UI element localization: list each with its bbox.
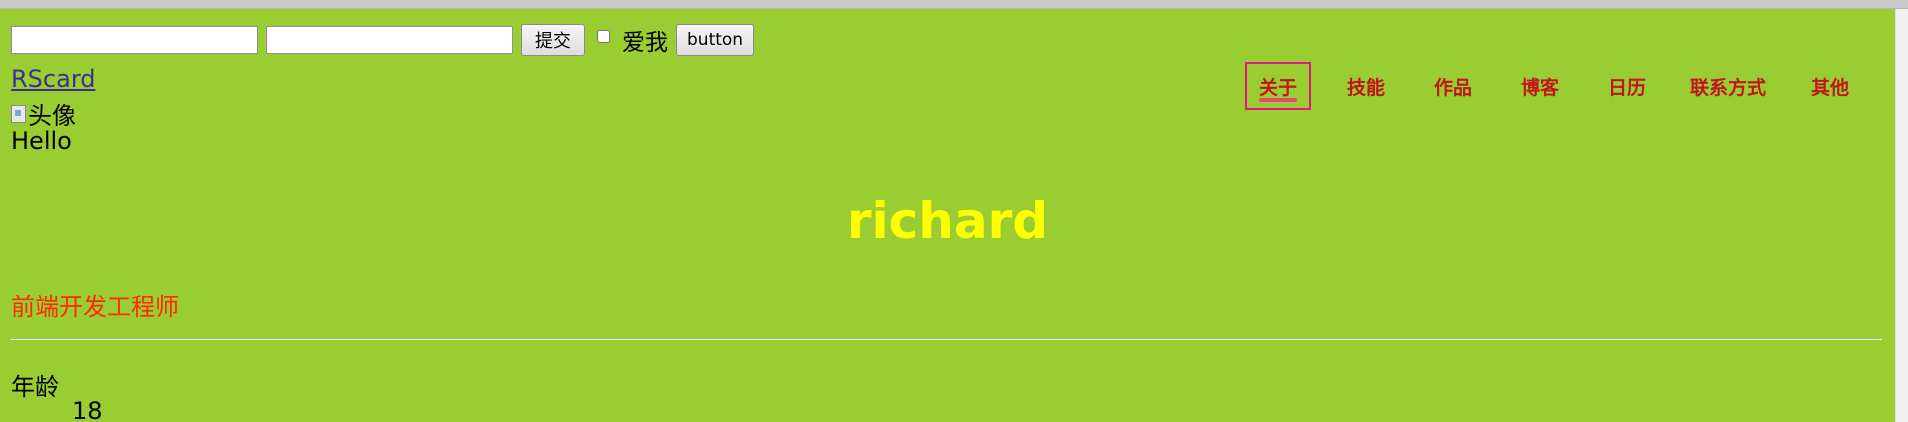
nav-item-label: 博客 xyxy=(1520,76,1559,99)
brand-link[interactable]: RScard xyxy=(11,65,96,93)
nav-item-about[interactable]: 关于 xyxy=(1245,62,1311,110)
browser-top-bar xyxy=(0,0,1908,9)
love-me-checkbox[interactable] xyxy=(597,29,610,43)
nav-item-label: 作品 xyxy=(1433,76,1472,99)
nav-item-skills[interactable]: 技能 xyxy=(1333,62,1399,110)
nav-item-label: 关于 xyxy=(1258,76,1297,99)
nav-item-other[interactable]: 其他 xyxy=(1797,62,1863,110)
broken-image-icon xyxy=(11,104,26,123)
nav-item-blog[interactable]: 博客 xyxy=(1507,62,1573,110)
generic-button[interactable]: button xyxy=(676,24,754,56)
top-nav: 关于 技能 作品 博客 日历 联系方式 其他 xyxy=(1245,62,1895,110)
form-row: 提交 爱我 button xyxy=(11,23,754,57)
nav-item-label: 联系方式 xyxy=(1689,76,1766,99)
text-input-1[interactable] xyxy=(11,26,258,54)
nav-item-label: 技能 xyxy=(1346,76,1385,99)
avatar: 头像 xyxy=(11,96,76,131)
nav-item-contact[interactable]: 联系方式 xyxy=(1679,62,1777,110)
checkbox-label: 爱我 xyxy=(622,30,668,56)
page: 提交 爱我 button RScard 头像 Hello richard 前端开… xyxy=(0,9,1895,422)
job-title: 前端开发工程师 xyxy=(11,293,179,321)
active-underline xyxy=(1259,98,1297,102)
profile-name: richard xyxy=(846,192,1049,250)
submit-button[interactable]: 提交 xyxy=(521,24,585,56)
nav-item-label: 日历 xyxy=(1607,76,1646,99)
text-input-2[interactable] xyxy=(266,26,513,54)
age-label: 年龄 xyxy=(11,373,59,401)
nav-item-works[interactable]: 作品 xyxy=(1420,62,1486,110)
nav-item-label: 其他 xyxy=(1810,76,1849,99)
nav-item-calendar[interactable]: 日历 xyxy=(1594,62,1660,110)
age-value: 18 xyxy=(72,397,103,422)
avatar-alt-text: 头像 xyxy=(28,102,76,130)
divider xyxy=(11,339,1882,340)
vertical-scrollbar[interactable] xyxy=(1895,9,1908,422)
greeting: Hello xyxy=(11,127,72,155)
